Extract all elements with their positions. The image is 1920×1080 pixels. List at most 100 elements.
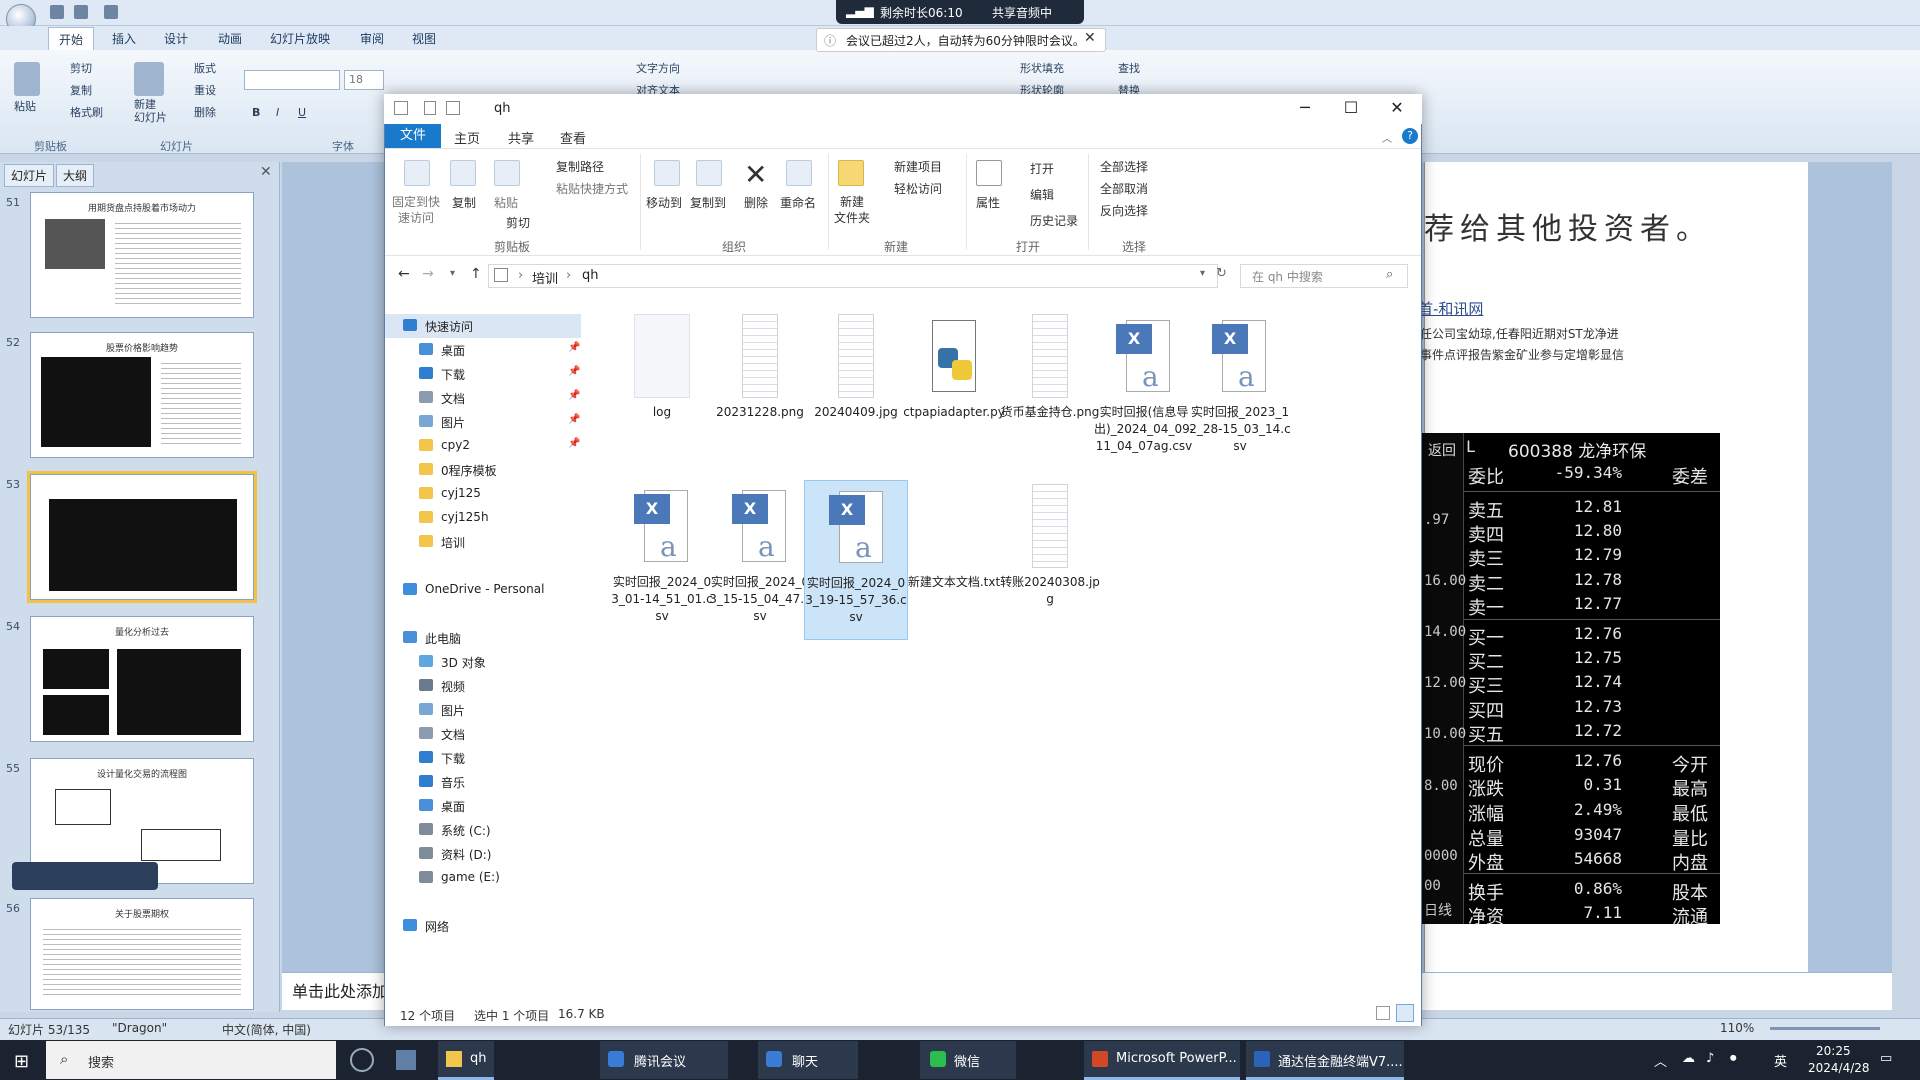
nav-item[interactable]: 快速访问: [385, 314, 581, 338]
edit-button[interactable]: 编辑: [1030, 186, 1054, 203]
help-icon[interactable]: ?: [1402, 128, 1418, 144]
select-all-button[interactable]: 全部选择: [1100, 158, 1148, 175]
large-icons-view-icon[interactable]: [1396, 1004, 1414, 1022]
nav-item[interactable]: OneDrive - Personal: [385, 578, 581, 602]
file-item[interactable]: Xa 实时回报_2024_03_01-14_51_01.csv: [610, 480, 714, 640]
task-view-icon[interactable]: [350, 1048, 374, 1072]
nav-item[interactable]: 资料 (D:): [385, 842, 581, 866]
ime-indicator[interactable]: 英: [1774, 1051, 1787, 1070]
zoom-level[interactable]: 110%: [1720, 1021, 1754, 1035]
bold-button[interactable]: B: [252, 106, 260, 119]
quick-access-toolbar-icon[interactable]: [394, 101, 408, 115]
meeting-audio-sharing[interactable]: 共享音频中: [992, 4, 1052, 21]
nav-item[interactable]: 文档: [385, 722, 581, 746]
paste-button[interactable]: 粘贴: [494, 194, 518, 211]
ppt-tab-slideshow[interactable]: 幻灯片放映: [270, 30, 330, 47]
network-tray-icon[interactable]: ☁: [1682, 1051, 1695, 1066]
save-icon[interactable]: [50, 5, 64, 19]
notification-icon[interactable]: ▭: [1880, 1051, 1892, 1066]
select-none-button[interactable]: 全部取消: [1100, 180, 1148, 197]
ppt-tab-view[interactable]: 视图: [412, 30, 436, 47]
file-item[interactable]: ctpapiadapter.py: [902, 310, 1006, 470]
nav-item[interactable]: 0程序模板: [385, 458, 581, 482]
shape-fill-button[interactable]: 形状填充: [1020, 60, 1064, 76]
italic-button[interactable]: I: [276, 106, 279, 119]
close-panel-icon[interactable]: ✕: [260, 164, 272, 180]
move-to-button[interactable]: 移动到: [646, 194, 682, 211]
ppt-tab-animation[interactable]: 动画: [218, 30, 242, 47]
delete-button[interactable]: 删除: [744, 194, 768, 211]
store-icon[interactable]: [396, 1050, 416, 1070]
outline-tab[interactable]: 大纲: [56, 164, 95, 187]
new-folder-qat-icon[interactable]: [446, 101, 460, 115]
slides-tab[interactable]: 幻灯片: [4, 164, 55, 187]
search-icon[interactable]: ⌕: [1386, 267, 1393, 282]
slide-thumbnail[interactable]: 关于股票期权: [30, 898, 254, 1010]
ppt-copy-button[interactable]: 复制: [70, 82, 92, 98]
copy-path-button[interactable]: 复制路径: [556, 158, 604, 175]
file-item[interactable]: log: [610, 310, 714, 470]
refresh-icon[interactable]: ↻: [1216, 266, 1227, 281]
breadcrumb-item[interactable]: qh: [582, 268, 599, 283]
volume-icon[interactable]: ♪: [1706, 1051, 1714, 1066]
file-item[interactable]: 新建文本文档.txt: [902, 480, 1006, 640]
close-button[interactable]: ✕: [1374, 98, 1420, 120]
nav-item[interactable]: game (E:): [385, 866, 581, 890]
pin-icon[interactable]: 📌: [568, 414, 580, 425]
back-arrow-icon[interactable]: ←: [398, 266, 410, 282]
ppt-tab-home[interactable]: 开始: [48, 27, 95, 51]
ppt-delete-button[interactable]: 删除: [194, 104, 216, 120]
properties-qat-icon[interactable]: [424, 101, 436, 115]
nav-item[interactable]: cyj125: [385, 482, 581, 506]
nav-item[interactable]: 文档 📌: [385, 386, 581, 410]
zoom-slider[interactable]: [1770, 1027, 1880, 1030]
nav-item[interactable]: 此电脑: [385, 626, 581, 650]
pin-icon[interactable]: 📌: [568, 366, 580, 377]
ppt-layout-button[interactable]: 版式: [194, 60, 216, 76]
paste-shortcut-button[interactable]: 粘贴快捷方式: [556, 180, 628, 197]
redo-icon[interactable]: [104, 5, 118, 19]
nav-item[interactable]: 桌面: [385, 794, 581, 818]
recent-locations-icon[interactable]: ▾: [450, 268, 455, 279]
pin-icon[interactable]: 📌: [568, 438, 580, 449]
ppt-format-painter-button[interactable]: 格式刷: [70, 104, 103, 120]
file-item[interactable]: 货币基金持仓.png: [998, 310, 1102, 470]
address-dropdown-icon[interactable]: ▾: [1200, 268, 1205, 279]
ppt-new-slide-button[interactable]: 新建 幻灯片: [134, 98, 167, 124]
file-item[interactable]: Xa 实时回报_2024_03_15-15_04_47.csv: [708, 480, 812, 640]
start-windows-icon[interactable]: ⊞: [14, 1051, 29, 1072]
microphone-icon[interactable]: ⏺: [1730, 1051, 1737, 1066]
ppt-tab-insert[interactable]: 插入: [112, 30, 136, 47]
nav-item[interactable]: 视频: [385, 674, 581, 698]
nav-item[interactable]: 下载 📌: [385, 362, 581, 386]
slide-thumbnail[interactable]: 股票价格影响趋势: [30, 332, 254, 458]
ppt-tab-review[interactable]: 审阅: [360, 30, 384, 47]
ppt-reset-button[interactable]: 重设: [194, 82, 216, 98]
paste-icon[interactable]: [14, 62, 40, 96]
nav-item[interactable]: 桌面 📌: [385, 338, 581, 362]
nav-item[interactable]: 图片 📌: [385, 410, 581, 434]
copy-to-button[interactable]: 复制到: [690, 194, 726, 211]
nav-item[interactable]: 图片: [385, 698, 581, 722]
nav-item[interactable]: 网络: [385, 914, 581, 938]
underline-button[interactable]: U: [298, 106, 306, 119]
invert-selection-button[interactable]: 反向选择: [1100, 202, 1148, 219]
details-view-icon[interactable]: [1376, 1006, 1390, 1020]
pin-quick-access-button[interactable]: 固定到快 速访问: [392, 194, 440, 226]
nav-item[interactable]: 培训: [385, 530, 581, 554]
ppt-tab-design[interactable]: 设计: [164, 30, 188, 47]
nav-item[interactable]: cyj125h: [385, 506, 581, 530]
collapse-ribbon-icon[interactable]: ︿: [1382, 130, 1392, 145]
file-item[interactable]: 转账20240308.jpg: [998, 480, 1102, 640]
tray-overflow-icon[interactable]: ︿: [1654, 1051, 1667, 1070]
copy-button[interactable]: 复制: [452, 194, 476, 211]
history-button[interactable]: 历史记录: [1030, 212, 1078, 229]
nav-item[interactable]: cpy2 📌: [385, 434, 581, 458]
nav-item[interactable]: 3D 对象: [385, 650, 581, 674]
tab-file[interactable]: 文件: [385, 124, 441, 148]
file-item[interactable]: Xa 实时回报_2023_12_28-15_03_14.csv: [1188, 310, 1292, 470]
file-item[interactable]: Xa 实时回报_2024_03_19-15_57_36.csv: [804, 480, 908, 640]
file-item[interactable]: 20240409.jpg: [804, 310, 908, 470]
floating-toolbar[interactable]: [12, 862, 158, 890]
cut-button[interactable]: 剪切: [506, 214, 530, 231]
